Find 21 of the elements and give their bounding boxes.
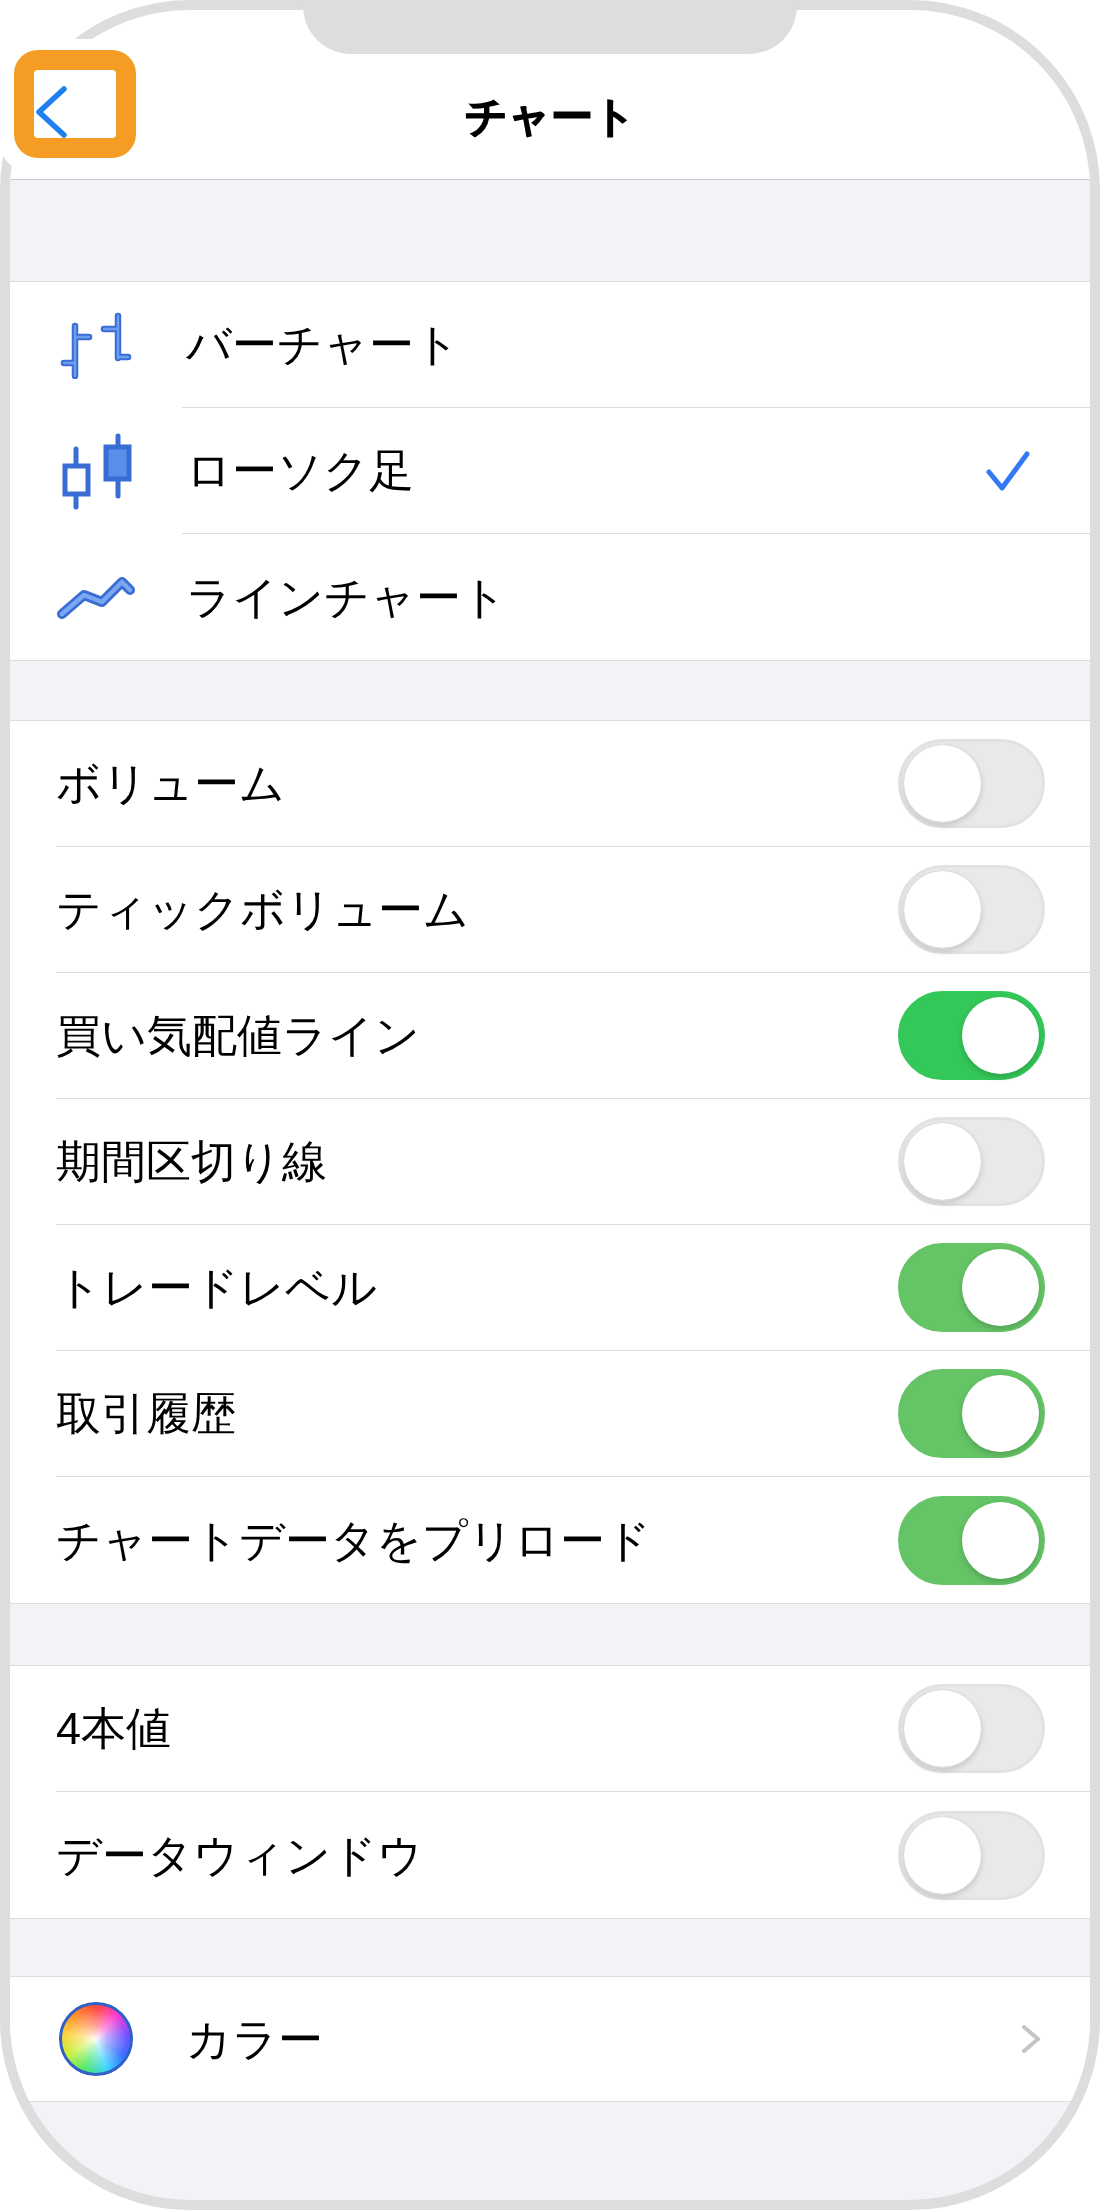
setting-label: データウィンドウ [56,1832,423,1878]
chevron-left-icon [36,86,67,138]
chart-type-option[interactable]: ラインチャート [10,534,1090,660]
setting-label: トレードレベル [56,1265,377,1310]
option-label: カラー [186,2016,323,2062]
setting-label: チャートデータをプリロード [56,1517,651,1563]
chart-type-option[interactable]: バーチャート [10,282,1090,408]
setting-label: 買い気配値ライン [56,1013,420,1058]
setting-label: 期間区切り線 [56,1139,327,1184]
setting-label: ティックボリューム [56,887,469,932]
setting-label: 取引履歴 [56,1391,236,1436]
page-title: チャート [464,95,636,138]
option-label: ローソク足 [186,448,414,493]
setting-label: 4本値 [56,1706,172,1751]
bar-chart-icon [59,311,133,379]
chevron-right-icon [1021,2024,1041,2054]
chart-type-option[interactable]: ローソク足 [10,408,1090,534]
setting-label: ボリューム [56,761,285,806]
option-label: バーチャート [186,322,460,367]
option-label: ラインチャート [186,574,507,620]
color-settings-row[interactable]: カラー [10,1977,1090,2101]
